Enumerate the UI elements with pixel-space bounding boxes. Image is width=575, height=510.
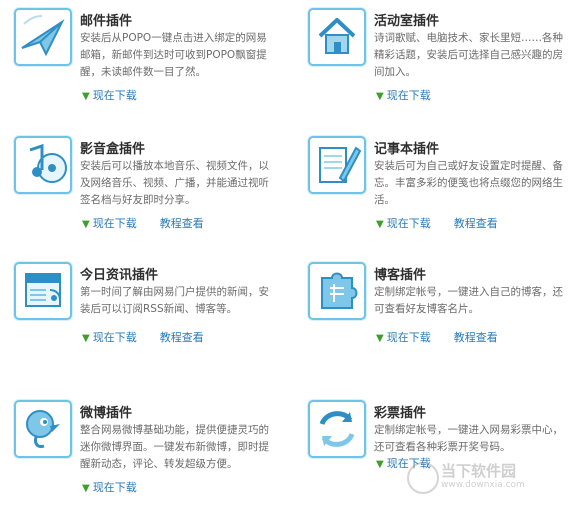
plugin-description: 定制绑定帐号，一键进入自己的博客，还可查看好友博客名片。 xyxy=(374,286,563,315)
plugin-title: 微博插件 xyxy=(80,406,133,421)
download-link[interactable]: ▼ 现在下载 xyxy=(82,215,137,231)
tutorial-link[interactable]: 教程查看 xyxy=(454,329,498,345)
plugin-card-weibo: 微博插件 整合网易微博基础功能，提供便捷灵巧的迷你微博界面。一键发布新微博，即时… xyxy=(6,400,276,510)
download-link[interactable]: ▼ 现在下载 xyxy=(82,479,137,495)
plugin-description: 整合网易微博基础功能，提供便捷灵巧的迷你微博界面。一键发布新微博，即时提醒新动态… xyxy=(80,424,269,470)
blog-puzzle-icon[interactable] xyxy=(308,262,366,320)
plugin-description: 安装后可为自己或好友设置定时提醒、备忘。丰富多彩的便笺也将点缀您的网络生活。 xyxy=(374,160,563,206)
music-disc-icon[interactable] xyxy=(14,136,72,194)
chevron-down-icon: ▼ xyxy=(376,459,384,470)
chevron-down-icon: ▼ xyxy=(82,91,90,102)
news-rss-icon[interactable] xyxy=(14,262,72,320)
watermark-url: www.downxia.com xyxy=(441,480,525,490)
plugin-card-mail: 邮件插件 安装后从POPO一键点击进入绑定的网易邮箱，新邮件到达时可收到POPO… xyxy=(6,8,276,118)
plugin-links: ▼ 现在下载 教程查看 xyxy=(82,212,222,231)
plugin-links: ▼ 现在下载 教程查看 xyxy=(82,326,222,345)
plugin-card-media-box: 影音盒插件 安装后可以播放本地音乐、视频文件，以及网络音乐、视频、广播，并能通过… xyxy=(6,136,276,246)
plugin-description: 安装后从POPO一键点击进入绑定的网易邮箱，新邮件到达时可收到POPO飘窗提醒，… xyxy=(80,32,267,78)
mail-plane-icon[interactable] xyxy=(14,8,72,66)
plugin-description: 定制绑定帐号，一键进入网易彩票中心，还可查看各种彩票开奖号码。 xyxy=(374,424,563,453)
plugin-card-activity-room: 活动室插件 诗词歌赋、电脑技术、家长里短……各种精彩话题，安装后可选择自己感兴趣… xyxy=(300,8,570,118)
plugin-links: ▼ 现在下载 xyxy=(82,84,155,103)
plugin-card-blog: 博客插件 定制绑定帐号，一键进入自己的博客，还可查看好友博客名片。 ▼ 现在下载 … xyxy=(300,262,570,372)
plugin-title: 博客插件 xyxy=(374,268,427,283)
plugin-links: ▼ 现在下载 教程查看 xyxy=(376,212,516,231)
watermark: 当下软件园 www.downxia.com xyxy=(407,460,567,494)
download-link[interactable]: ▼ 现在下载 xyxy=(376,329,431,345)
plugin-card-notepad: 记事本插件 安装后可为自己或好友设置定时提醒、备忘。丰富多彩的便笺也将点缀您的网… xyxy=(300,136,570,246)
plugin-title: 邮件插件 xyxy=(80,14,133,29)
plugin-links: ▼ 现在下载 xyxy=(376,84,449,103)
plugin-title: 彩票插件 xyxy=(374,406,427,421)
download-link[interactable]: ▼ 现在下载 xyxy=(376,215,431,231)
plugin-card-daily-news: 今日资讯插件 第一时间了解由网易门户提供的新闻，安装后可以订阅RSS新闻、博客等… xyxy=(6,262,276,372)
download-link[interactable]: ▼ 现在下载 xyxy=(82,329,137,345)
watermark-logo-icon xyxy=(407,462,439,494)
plugin-links: ▼ 现在下载 教程查看 xyxy=(376,326,516,345)
plugin-description: 第一时间了解由网易门户提供的新闻，安装后可以订阅RSS新闻、博客等。 xyxy=(80,286,269,315)
chevron-down-icon: ▼ xyxy=(82,483,90,494)
download-link[interactable]: ▼ 现在下载 xyxy=(376,87,431,103)
chevron-down-icon: ▼ xyxy=(376,219,384,230)
chevron-down-icon: ▼ xyxy=(82,219,90,230)
tutorial-link[interactable]: 教程查看 xyxy=(160,329,204,345)
chevron-down-icon: ▼ xyxy=(376,333,384,344)
plugin-links: ▼ 现在下载 xyxy=(82,476,155,495)
lottery-arrows-icon[interactable] xyxy=(308,400,366,458)
watermark-text: 当下软件园 xyxy=(441,462,517,480)
tutorial-link[interactable]: 教程查看 xyxy=(454,215,498,231)
plugin-description: 诗词歌赋、电脑技术、家长里短……各种精彩话题，安装后可选择自己感兴趣的房间加入。 xyxy=(374,32,563,78)
notepad-pen-icon[interactable] xyxy=(308,136,366,194)
tutorial-link[interactable]: 教程查看 xyxy=(160,215,204,231)
plugin-description: 安装后可以播放本地音乐、视频文件，以及网络音乐、视频、广播，并能通过视听签名档与… xyxy=(80,160,269,206)
house-icon[interactable] xyxy=(308,8,366,66)
plugin-title: 今日资讯插件 xyxy=(80,268,159,283)
chevron-down-icon: ▼ xyxy=(82,333,90,344)
plugin-title: 活动室插件 xyxy=(374,14,440,29)
download-link[interactable]: ▼ 现在下载 xyxy=(82,87,137,103)
chevron-down-icon: ▼ xyxy=(376,91,384,102)
weibo-bird-icon[interactable] xyxy=(14,400,72,458)
plugin-title: 影音盒插件 xyxy=(80,142,146,157)
plugin-title: 记事本插件 xyxy=(374,142,440,157)
